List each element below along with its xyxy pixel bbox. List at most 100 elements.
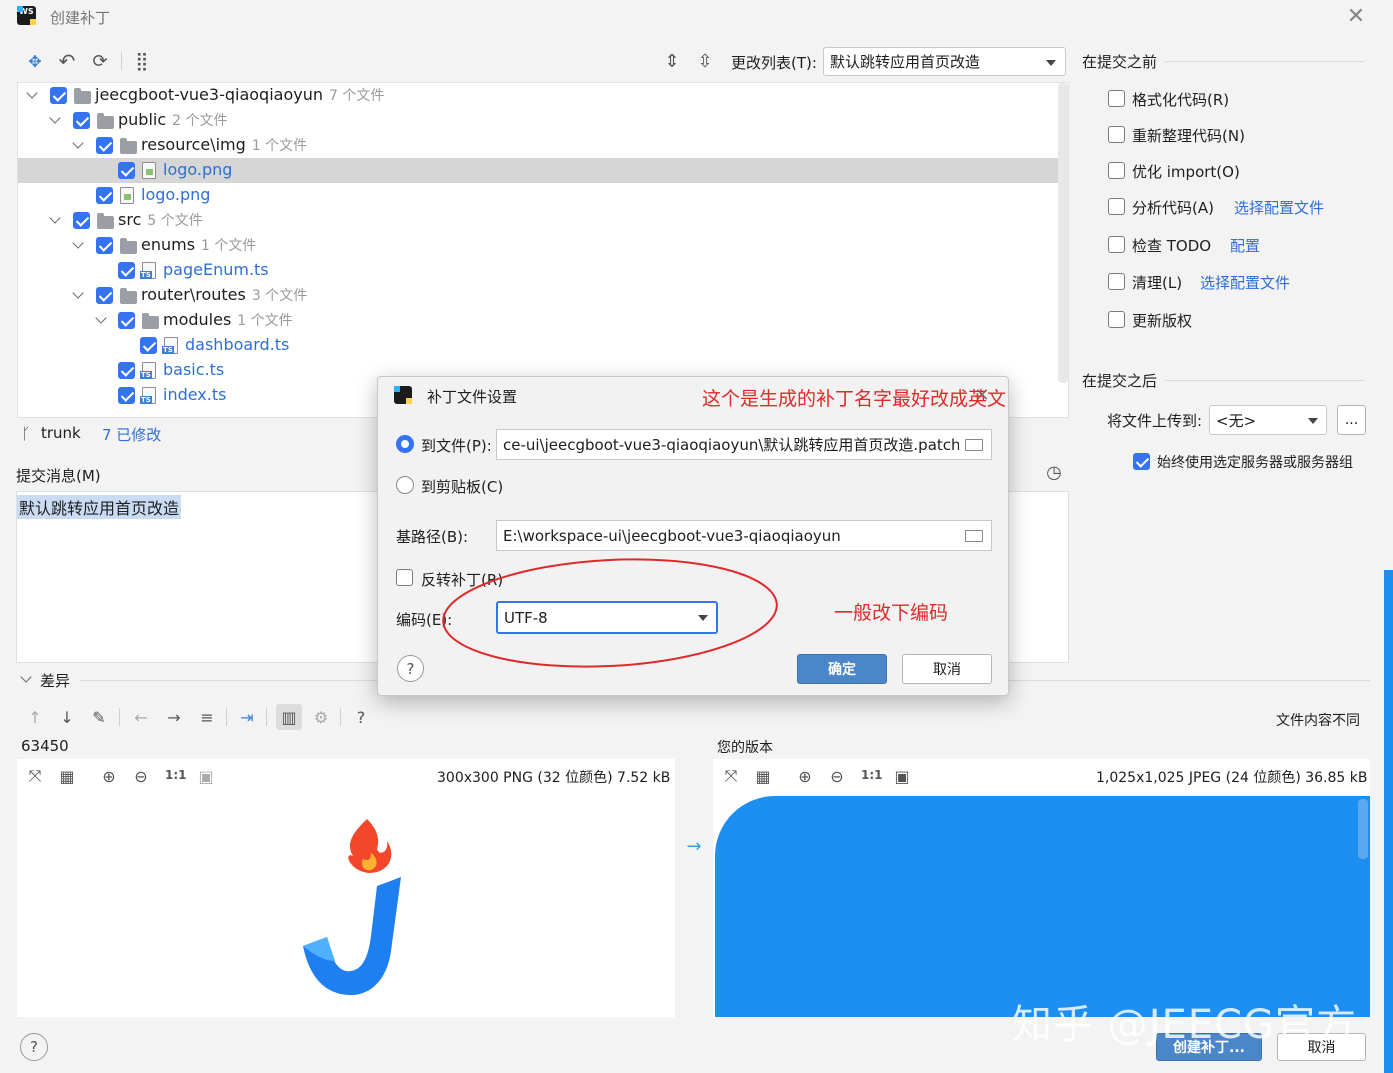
expand-all-icon[interactable]: ⇕ [661, 50, 683, 72]
tree-checkbox[interactable] [50, 87, 67, 104]
option-format-code[interactable]: 格式化代码(R) [1108, 88, 1368, 112]
option-checkbox[interactable] [1108, 198, 1125, 215]
tree-checkbox[interactable] [96, 237, 113, 254]
arrow-left-icon[interactable]: ← [130, 706, 152, 728]
upload-server-select[interactable]: <无> [1209, 405, 1327, 435]
tree-row[interactable]: logo.png [18, 158, 1058, 183]
reverse-patch-checkbox[interactable] [396, 569, 413, 586]
choose-profile-link[interactable]: 选择配置文件 [1200, 272, 1290, 293]
grid-icon[interactable]: ▦ [753, 766, 773, 786]
folder-icon[interactable] [965, 439, 983, 451]
tree-checkbox[interactable] [73, 112, 90, 129]
left-image-pane[interactable]: ⤧ ▦ ⊕ ⊖ 1:1 ▣ 300x300 PNG (32 位颜色) 7.52 … [17, 759, 675, 1017]
ok-button[interactable]: 确定 [797, 654, 887, 684]
help-icon[interactable]: ? [20, 1033, 48, 1061]
zoom-out-icon[interactable]: ⊖ [827, 766, 847, 786]
tree-checkbox[interactable] [118, 362, 135, 379]
option-check-todo[interactable]: 检查 TODO 配置 [1108, 234, 1368, 258]
option-checkbox[interactable] [1108, 236, 1125, 253]
option-cleanup[interactable]: 清理(L) 选择配置文件 [1108, 271, 1368, 295]
chevron-down-icon[interactable] [49, 112, 61, 124]
arrow-right-icon[interactable]: → [163, 706, 185, 728]
option-analyze-code[interactable]: 分析代码(A) 选择配置文件 [1108, 196, 1368, 220]
help-icon[interactable]: ? [350, 706, 372, 728]
background-icon[interactable]: ▣ [196, 766, 216, 786]
list-icon[interactable]: ≡ [196, 706, 218, 728]
tree-row[interactable]: logo.png [18, 183, 1058, 208]
option-checkbox[interactable] [1108, 162, 1125, 179]
changelist-select[interactable]: 默认跳转应用首页改造 [823, 47, 1066, 76]
background-icon[interactable]: ▣ [892, 766, 912, 786]
fit-icon[interactable]: ⤧ [721, 766, 741, 786]
tree-checkbox[interactable] [118, 262, 135, 279]
chevron-down-icon[interactable] [72, 137, 84, 149]
help-icon[interactable]: ? [397, 655, 424, 682]
tree-checkbox[interactable] [140, 337, 157, 354]
right-image-pane[interactable]: ⤧ ▦ ⊕ ⊖ 1:1 ▣ 1,025x1,025 JPEG (24 位颜色) … [713, 759, 1370, 1017]
modified-count-link[interactable]: 7 已修改 [102, 424, 161, 445]
history-icon[interactable]: ◷ [1043, 461, 1065, 483]
more-button[interactable]: ... [1337, 405, 1366, 435]
zoom-out-icon[interactable]: ⊖ [131, 766, 151, 786]
option-checkbox[interactable] [1108, 311, 1125, 328]
to-file-radio[interactable] [396, 435, 414, 453]
zoom-in-icon[interactable]: ⊕ [99, 766, 119, 786]
arrow-down-icon[interactable]: ↓ [56, 706, 78, 728]
option-checkbox[interactable] [1108, 273, 1125, 290]
tree-row[interactable]: TS dashboard.ts [18, 333, 1058, 358]
configure-link[interactable]: 配置 [1230, 235, 1260, 256]
file-tree[interactable]: jeecgboot-vue3-qiaoqiaoyun 7 个文件 public 2 … [17, 82, 1069, 418]
collapse-all-icon[interactable]: ⇳ [694, 50, 716, 72]
tree-checkbox[interactable] [118, 312, 135, 329]
pin-icon[interactable]: ✥ [24, 50, 46, 72]
tree-checkbox[interactable] [96, 287, 113, 304]
base-path-input[interactable]: E:\workspace-ui\jeecgboot-vue3-qiaoqiaoy… [496, 520, 992, 551]
tree-scrollbar[interactable] [1058, 83, 1068, 383]
actual-size-button[interactable]: 1:1 [861, 768, 883, 782]
always-use-checkbox[interactable] [1133, 453, 1150, 470]
tree-row[interactable]: src 5 个文件 [18, 208, 1058, 233]
choose-profile-link[interactable]: 选择配置文件 [1234, 197, 1324, 218]
settings-icon[interactable]: ⚙ [310, 706, 332, 728]
compare-mode-icon[interactable]: ▥ [276, 704, 302, 730]
option-update-copyright[interactable]: 更新版权 [1108, 309, 1368, 333]
tree-checkbox[interactable] [73, 212, 90, 229]
option-checkbox[interactable] [1108, 90, 1125, 107]
dialog-cancel-button[interactable]: 取消 [902, 654, 992, 684]
actual-size-button[interactable]: 1:1 [165, 768, 187, 782]
chevron-down-icon[interactable] [72, 237, 84, 249]
chevron-down-icon[interactable] [26, 87, 38, 99]
to-clipboard-radio[interactable] [396, 476, 414, 494]
fit-icon[interactable]: ⤧ [25, 766, 45, 786]
group-by-icon[interactable]: ⣿ [131, 50, 153, 72]
tree-checkbox[interactable] [96, 187, 113, 204]
to-file-path-input[interactable]: ce-ui\jeecgboot-vue3-qiaoqiaoyun\默认跳转应用首… [496, 429, 992, 460]
tree-row[interactable]: jeecgboot-vue3-qiaoqiaoyun 7 个文件 [18, 83, 1058, 108]
tree-row[interactable]: public 2 个文件 [18, 108, 1058, 133]
option-checkbox[interactable] [1108, 126, 1125, 143]
tree-checkbox[interactable] [96, 137, 113, 154]
tree-row[interactable]: modules 1 个文件 [18, 308, 1058, 333]
tree-checkbox[interactable] [118, 162, 135, 179]
tree-row[interactable]: router\routes 3 个文件 [18, 283, 1058, 308]
tree-row[interactable]: TS pageEnum.ts [18, 258, 1058, 283]
undo-icon[interactable]: ↶ [56, 49, 78, 73]
tree-row[interactable]: resource\img 1 个文件 [18, 133, 1058, 158]
option-rearrange-code[interactable]: 重新整理代码(N) [1108, 124, 1368, 148]
chevron-down-icon[interactable] [72, 287, 84, 299]
always-use-server-option[interactable]: 始终使用选定服务器或服务器组 [1133, 451, 1373, 475]
tree-checkbox[interactable] [118, 387, 135, 404]
chevron-down-icon[interactable] [49, 212, 61, 224]
chevron-down-icon[interactable] [20, 671, 32, 683]
grid-icon[interactable]: ▦ [57, 766, 77, 786]
tree-row[interactable]: enums 1 个文件 [18, 233, 1058, 258]
close-icon[interactable]: ✕ [1345, 4, 1367, 29]
folder-icon[interactable] [965, 530, 983, 542]
edit-icon[interactable]: ✎ [88, 706, 110, 728]
refresh-icon[interactable]: ⟳ [89, 50, 111, 72]
arrow-up-icon[interactable]: ↑ [24, 706, 46, 728]
image-scrollbar[interactable] [1358, 799, 1368, 859]
jump-to-source-icon[interactable]: ⇥ [236, 706, 258, 728]
option-optimize-imports[interactable]: 优化 import(O) [1108, 160, 1368, 184]
zoom-in-icon[interactable]: ⊕ [795, 766, 815, 786]
